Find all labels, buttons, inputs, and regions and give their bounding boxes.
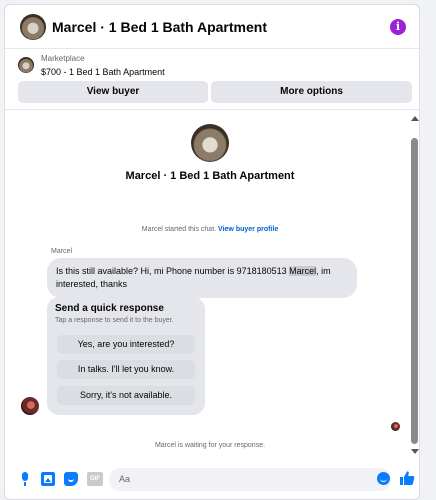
gif-icon[interactable]: GIF [87, 472, 103, 486]
listing-source: Marketplace [41, 54, 85, 63]
seen-indicator-avatar [391, 422, 400, 431]
action-buttons: View buyer More options [18, 81, 412, 103]
highlighted-name: Marcel [289, 266, 317, 276]
microphone-icon[interactable] [18, 472, 32, 486]
started-text: Marcel started this chat. [141, 226, 217, 233]
message-input[interactable]: Aa [109, 468, 391, 491]
chat-panel: Marcel · 1 Bed 1 Bath Apartment i Market… [4, 4, 420, 500]
quick-response-title: Send a quick response [55, 303, 164, 314]
header-title[interactable]: Marcel · 1 Bed 1 Bath Apartment [52, 19, 267, 35]
listing-thumbnail [18, 57, 34, 73]
conversation-avatar [191, 124, 229, 162]
listing-price-title: $700 - 1 Bed 1 Bath Apartment [41, 67, 165, 77]
scrollbar[interactable] [409, 110, 419, 460]
message-bubble[interactable]: Is this still available? Hi, mi Phone nu… [47, 258, 357, 298]
quick-response-subtitle: Tap a response to send it to the buyer. [55, 317, 174, 324]
quick-response-in-talks-button[interactable]: In talks. I'll let you know. [57, 360, 195, 379]
view-buyer-profile-link[interactable]: View buyer profile [218, 226, 278, 233]
waiting-notice: Marcel is waiting for your response. [154, 442, 266, 449]
more-options-button[interactable]: More options [211, 81, 412, 103]
avatar[interactable] [20, 14, 46, 40]
quick-response-not-available-button[interactable]: Sorry, it's not available. [57, 386, 195, 405]
quick-response-card: Send a quick response Tap a response to … [47, 297, 205, 415]
chat-started-notice: Marcel started this chat. View buyer pro… [5, 226, 415, 233]
listing-row[interactable]: Marketplace $700 - 1 Bed 1 Bath Apartmen… [5, 49, 419, 83]
chat-header: Marcel · 1 Bed 1 Bath Apartment i [5, 5, 419, 49]
info-icon[interactable]: i [390, 19, 406, 35]
scroll-down-arrow-icon[interactable] [411, 449, 419, 454]
quick-response-yes-button[interactable]: Yes, are you interested? [57, 335, 195, 354]
conversation-title: Marcel · 1 Bed 1 Bath Apartment [125, 170, 295, 182]
scroll-up-arrow-icon[interactable] [411, 116, 419, 121]
like-icon[interactable] [399, 470, 415, 486]
emoji-icon[interactable] [377, 472, 390, 485]
message-text: Is this still available? Hi, mi Phone nu… [56, 266, 290, 276]
sender-name: Marcel [51, 248, 73, 255]
view-buyer-button[interactable]: View buyer [18, 81, 208, 103]
sticker-icon[interactable] [64, 472, 78, 486]
photo-icon[interactable] [41, 472, 55, 486]
message-thread[interactable]: Marcel · 1 Bed 1 Bath Apartment Marcel s… [5, 110, 407, 460]
message-input-placeholder: Aa [119, 474, 131, 484]
scrollbar-thumb[interactable] [411, 138, 418, 444]
sender-avatar [21, 397, 39, 415]
message-composer: GIF Aa [5, 460, 419, 499]
